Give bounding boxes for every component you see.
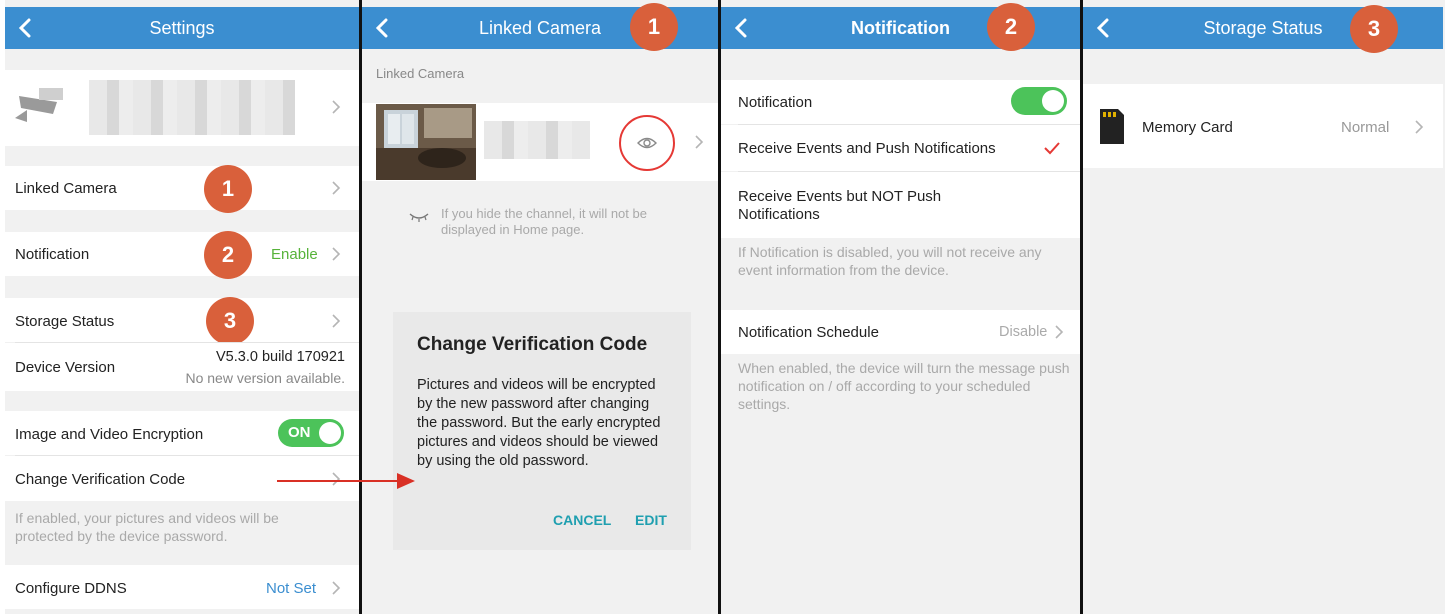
annotation-arrow [277, 473, 415, 489]
schedule-value: Disable [999, 324, 1048, 340]
chevron-right-icon [332, 181, 341, 195]
settings-screen: Settings Linked Camera 1 Notification En… [5, 0, 359, 614]
section-label: Linked Camera [376, 66, 465, 81]
chevron-right-icon [332, 314, 341, 328]
option-no-push-line1: Receive Events but NOT Push [738, 188, 942, 205]
storage-status-screen: Storage Status 3 Memory Card Normal [1083, 0, 1445, 614]
chevron-right-icon [1415, 120, 1424, 134]
storage-status-label: Storage Status [15, 313, 115, 330]
linked-camera-screen: Linked Camera 1 Linked Camera If you hid… [362, 0, 718, 614]
linked-camera-row[interactable]: Linked Camera [5, 166, 359, 210]
chevron-right-icon [332, 100, 341, 114]
chevron-right-icon [332, 581, 341, 595]
memory-card-row[interactable]: Memory Card Normal [1083, 84, 1443, 168]
linked-camera-label: Linked Camera [15, 180, 117, 197]
toggle-on-text: ON [288, 424, 311, 441]
schedule-hint: When enabled, the device will turn the m… [738, 360, 1070, 412]
notification-screen: Notification 2 Notification Receive Even… [721, 0, 1080, 614]
change-code-dialog: Change Verification Code Pictures and vi… [393, 312, 691, 550]
storage-status-row[interactable]: Storage Status [5, 298, 359, 342]
option-push-row[interactable]: Receive Events and Push Notifications [721, 125, 1080, 171]
notification-schedule-row[interactable]: Notification Schedule Disable [721, 310, 1080, 354]
notification-toggle-label: Notification [738, 94, 813, 111]
encryption-row: Image and Video Encryption ON [5, 411, 359, 455]
version-status: No new version available. [185, 370, 345, 386]
device-version-row: Device Version V5.3.0 build 170921 No ne… [5, 343, 359, 391]
option-push-label: Receive Events and Push Notifications [738, 140, 996, 157]
memory-card-icon [1100, 109, 1124, 144]
camera-thumbnail [376, 104, 476, 180]
notification-label: Notification [15, 246, 90, 263]
encryption-label: Image and Video Encryption [15, 426, 204, 443]
camera-channel-row[interactable] [362, 103, 718, 181]
hide-channel-hint: If you hide the channel, it will not be … [441, 206, 647, 237]
cancel-button[interactable]: CANCEL [553, 512, 611, 528]
version-number: V5.3.0 build 170921 [216, 349, 345, 365]
memory-card-label: Memory Card [1142, 119, 1233, 136]
checkmark-icon [1044, 142, 1060, 155]
callout-badge-3: 3 [206, 297, 254, 345]
dialog-message: Pictures and videos will be encrypted by… [417, 377, 661, 469]
chevron-right-icon [1055, 325, 1064, 339]
toggle-knob [1042, 90, 1064, 112]
camera-icon [15, 88, 63, 122]
chevron-right-icon [695, 135, 704, 149]
toggle-knob [319, 422, 341, 444]
disabled-hint: If Notification is disabled, you will no… [738, 244, 1042, 278]
callout-badge-1: 1 [204, 165, 252, 213]
schedule-label: Notification Schedule [738, 324, 879, 341]
callout-badge-1: 1 [630, 3, 678, 51]
notification-toggle-row: Notification [721, 80, 1080, 124]
callout-badge-2: 2 [204, 231, 252, 279]
option-no-push-row[interactable]: Receive Events but NOT Push Notification… [721, 172, 1080, 238]
encryption-hint: If enabled, your pictures and videos wil… [15, 510, 279, 544]
callout-badge-3: 3 [1350, 5, 1398, 53]
ddns-row[interactable]: Configure DDNS Not Set [5, 565, 359, 609]
encryption-toggle[interactable]: ON [278, 419, 344, 447]
callout-badge-2: 2 [987, 3, 1035, 51]
dialog-title: Change Verification Code [417, 334, 648, 355]
chevron-right-icon [332, 247, 341, 261]
page-title: Settings [149, 18, 215, 38]
camera-name-blurred [484, 121, 590, 159]
option-no-push-line2: Notifications [738, 206, 820, 223]
notification-status: Enable [271, 246, 318, 263]
memory-card-status: Normal [1341, 119, 1390, 136]
notification-row[interactable]: Notification Enable [5, 232, 359, 276]
ddns-label: Configure DDNS [15, 580, 127, 597]
change-code-label: Change Verification Code [15, 471, 186, 488]
eye-icon[interactable] [618, 114, 676, 172]
notification-toggle[interactable] [1011, 87, 1067, 115]
closed-eye-icon [409, 213, 429, 222]
device-version-label: Device Version [15, 359, 116, 376]
device-row[interactable] [5, 70, 359, 146]
ddns-value: Not Set [266, 580, 317, 597]
device-name-blurred [89, 80, 295, 135]
settings-header: Settings [5, 7, 359, 49]
edit-button[interactable]: EDIT [635, 512, 667, 528]
